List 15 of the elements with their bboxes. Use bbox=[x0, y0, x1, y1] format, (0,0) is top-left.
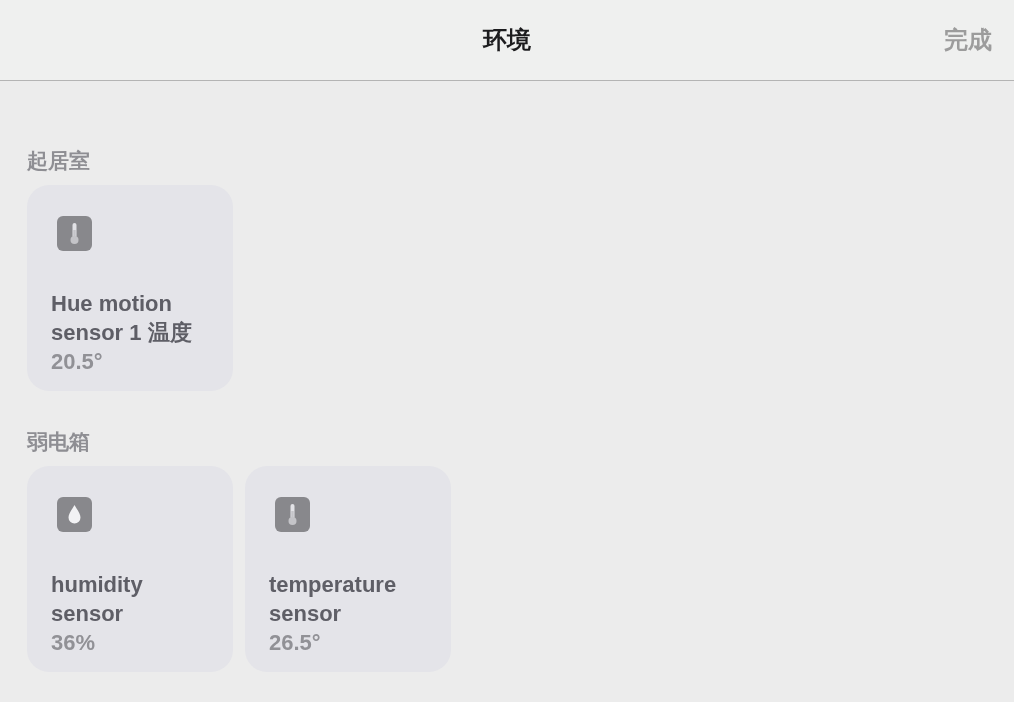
sensor-reading: 26.5° bbox=[269, 629, 321, 657]
sensor-name: temperature sensor bbox=[269, 571, 398, 628]
sensor-tile[interactable]: humidity sensor 36% bbox=[27, 466, 233, 672]
sensor-reading: 36% bbox=[51, 629, 96, 657]
room-heading: 起居室 bbox=[27, 148, 90, 174]
droplet-icon bbox=[57, 497, 92, 532]
sensor-name: Hue motion sensor 1 温度 bbox=[51, 290, 193, 347]
room-heading: 弱电箱 bbox=[27, 429, 90, 455]
thermometer-icon bbox=[57, 216, 92, 251]
sensor-tile[interactable]: Hue motion sensor 1 温度 20.5° bbox=[27, 185, 233, 391]
sensor-tile[interactable]: temperature sensor 26.5° bbox=[245, 466, 451, 672]
sensor-name: humidity sensor bbox=[51, 571, 144, 628]
thermometer-icon bbox=[275, 497, 310, 532]
page-title: 环境 bbox=[483, 25, 531, 55]
sensor-reading: 20.5° bbox=[51, 348, 103, 376]
